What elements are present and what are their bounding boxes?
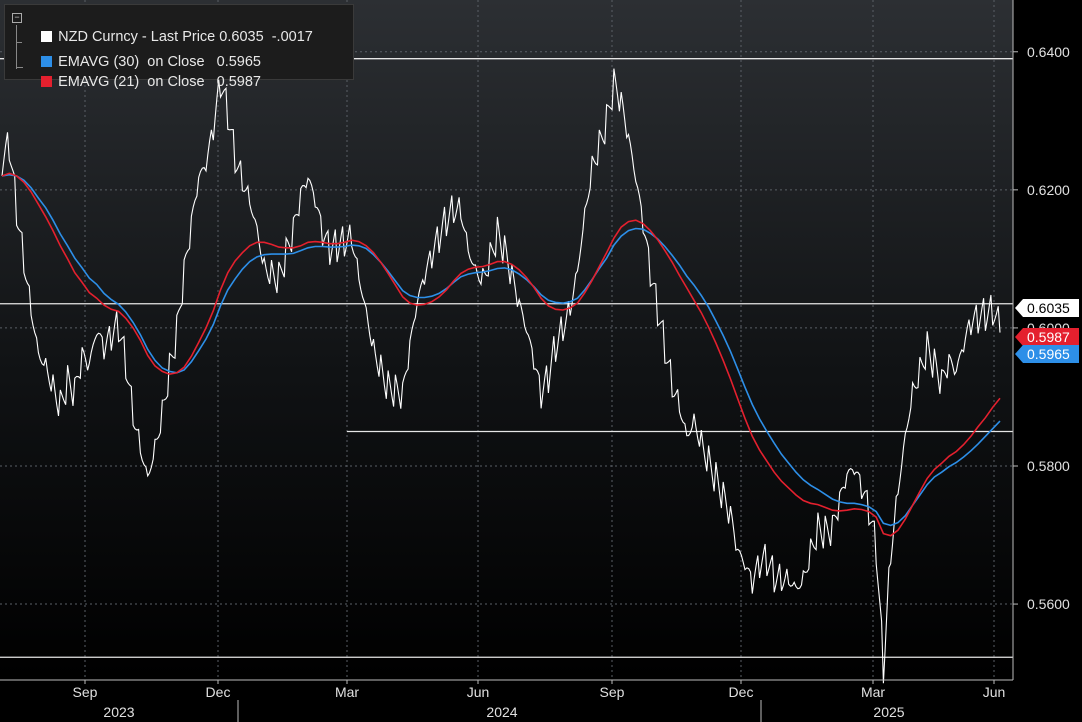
last-value-tag-text: 0.6035 bbox=[1027, 300, 1070, 316]
legend-swatch-ema21 bbox=[41, 76, 53, 87]
y-tick-label: 0.5800 bbox=[1027, 458, 1070, 474]
x-ticks: Sep Dec Mar Jun Sep Dec Mar Jun 2023 2024 2025 bbox=[73, 680, 1006, 722]
legend-value: 0.5987 bbox=[216, 74, 261, 90]
last-value-tag: 0.5987 bbox=[1015, 328, 1079, 346]
last-value-tag: 0.6035 bbox=[1015, 299, 1079, 317]
last-value-tag-text: 0.5987 bbox=[1027, 329, 1070, 345]
last-value-labels: 0.6035 0.59870.5965 bbox=[1015, 299, 1079, 363]
year-label: 2023 bbox=[103, 704, 134, 720]
legend-name: EMAVG (21) bbox=[58, 74, 140, 90]
x-tick-label: Sep bbox=[600, 684, 625, 700]
legend-item-ema21[interactable]: EMAVG (21) on Close 0.5987 bbox=[25, 52, 261, 90]
last-value-tag-text: 0.5965 bbox=[1027, 346, 1070, 362]
legend: − NZD Curncy - Last Price 0.6035 -.0017 … bbox=[4, 4, 354, 90]
year-label: 2024 bbox=[486, 704, 517, 720]
price-chart: 0.56000.58000.60000.62000.6400 Sep Dec Mar… bbox=[0, 0, 1079, 722]
x-tick-label: Jun bbox=[983, 684, 1006, 700]
x-tick-label: Dec bbox=[206, 684, 231, 700]
x-tick-label: Dec bbox=[729, 684, 754, 700]
x-tick-label: Sep bbox=[73, 684, 98, 700]
legend-desc: on Close bbox=[147, 74, 205, 90]
x-tick-label: Jun bbox=[467, 684, 490, 700]
year-label: 2025 bbox=[873, 704, 904, 720]
y-tick-label: 0.6200 bbox=[1027, 182, 1070, 198]
x-tick-label: Mar bbox=[861, 684, 885, 700]
legend-tree-connector bbox=[16, 25, 23, 69]
y-tick-label: 0.6400 bbox=[1027, 44, 1070, 60]
legend-item-price[interactable]: NZD Curncy - Last Price 0.6035 -.0017 bbox=[25, 7, 313, 45]
y-tick-label: 0.5600 bbox=[1027, 596, 1070, 612]
legend-change: -.0017 bbox=[271, 29, 313, 45]
last-value-tag: 0.5965 bbox=[1015, 345, 1079, 363]
y-ticks: 0.56000.58000.60000.62000.6400 bbox=[1013, 44, 1070, 612]
x-tick-label: Mar bbox=[335, 684, 359, 700]
legend-item-ema30[interactable]: EMAVG (30) on Close 0.5965 bbox=[25, 32, 261, 70]
collapse-icon[interactable]: − bbox=[12, 13, 22, 23]
legend-tree-connector-mid bbox=[16, 42, 22, 43]
plot-background bbox=[0, 0, 1013, 680]
